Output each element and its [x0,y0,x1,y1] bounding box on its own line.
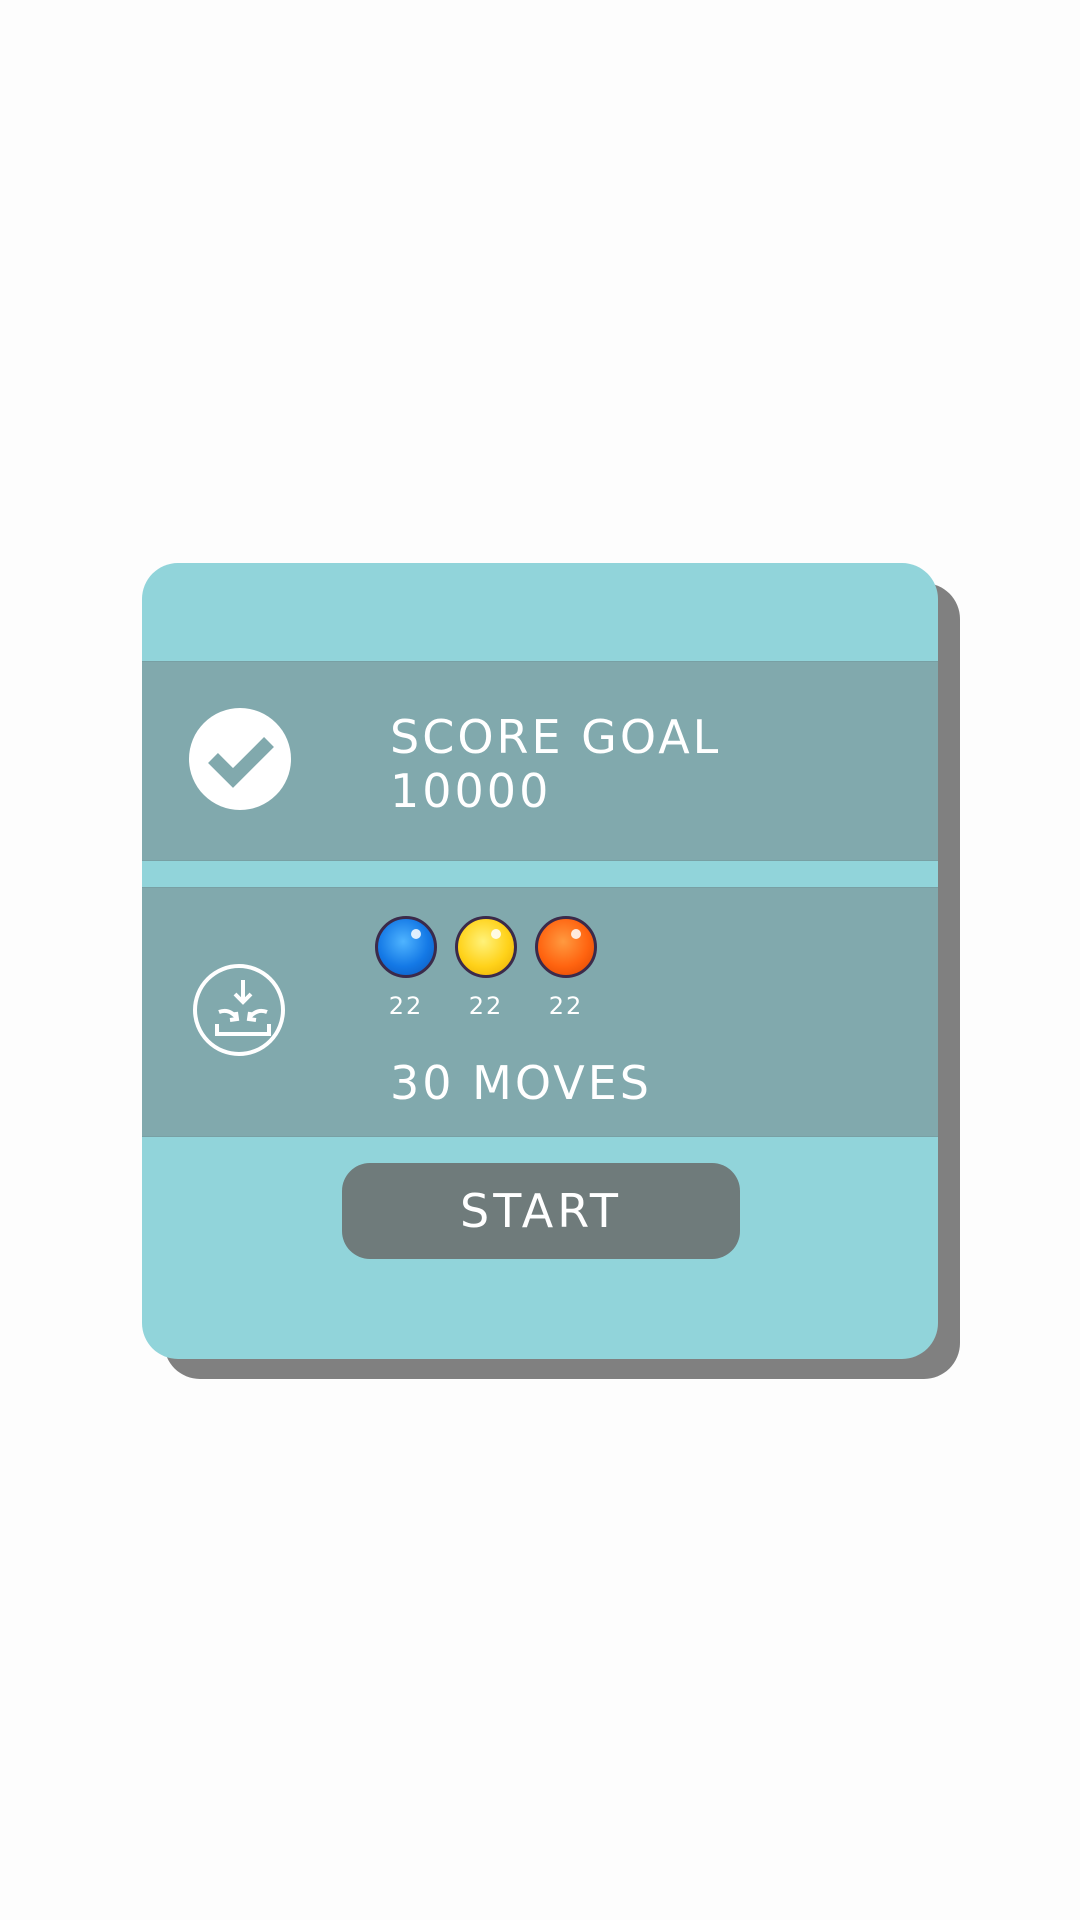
collect-tray-icon [193,964,285,1056]
orange-orb-count: 22 [548,992,584,1020]
level-goal-card: SCORE GOAL 10000 22 22 22 30 MOVES START [142,563,938,1359]
moves-limit: 30 MOVES [390,1056,652,1110]
game-screen: SCORE GOAL 10000 22 22 22 30 MOVES START [0,0,1080,1920]
score-goal-value: 10000 [390,764,552,818]
orange-orb-icon [535,916,597,978]
yellow-orb-icon [455,916,517,978]
collect-goal-panel: 22 22 22 30 MOVES [142,887,938,1137]
blue-orb-icon [375,916,437,978]
yellow-orb-count: 22 [468,992,504,1020]
checkmark-circle-icon [189,708,291,810]
blue-orb-count: 22 [388,992,424,1020]
score-goal-panel: SCORE GOAL 10000 [142,661,938,861]
start-button[interactable]: START [342,1163,740,1259]
score-goal-title: SCORE GOAL [390,710,722,764]
